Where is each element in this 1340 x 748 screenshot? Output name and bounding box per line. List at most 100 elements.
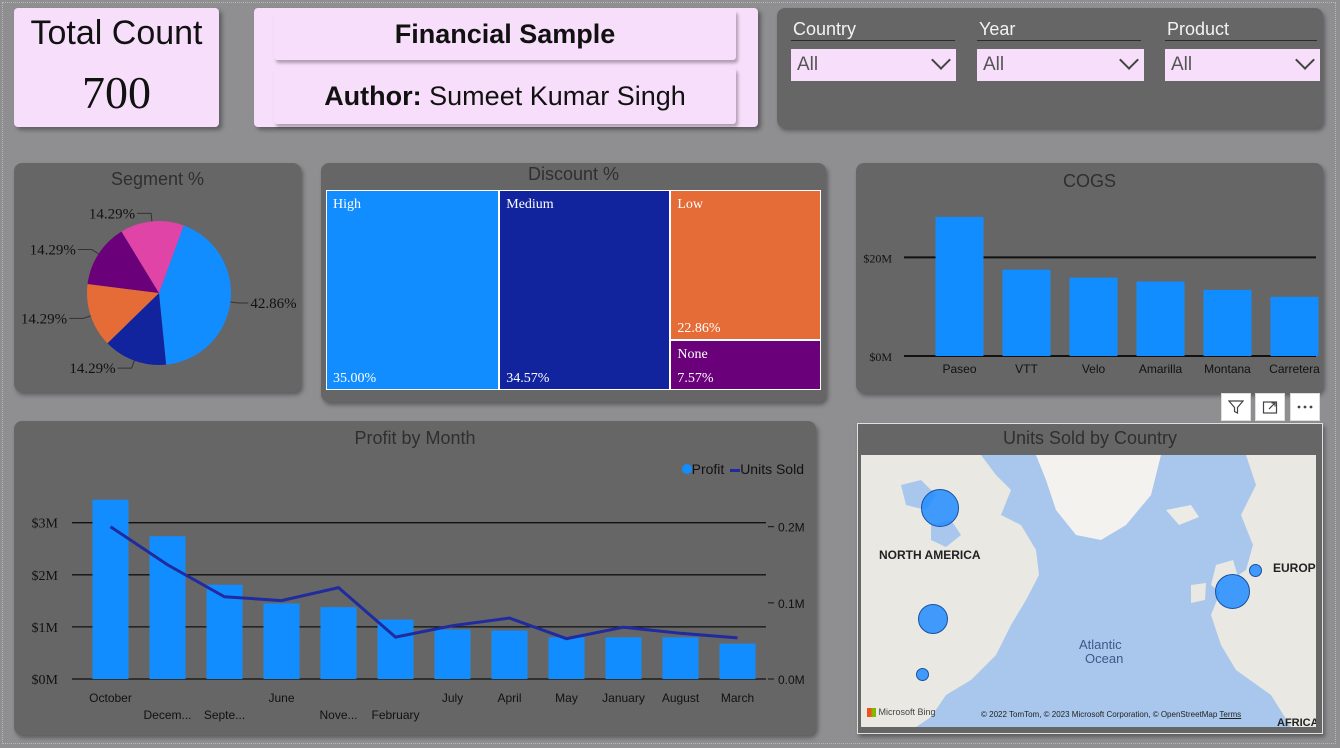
treemap-tile-name: High (333, 197, 361, 212)
bing-label: Microsoft Bing (878, 707, 936, 717)
more-options-icon[interactable] (1290, 393, 1320, 421)
map-bubble-france[interactable] (1215, 574, 1250, 609)
treemap-tile[interactable]: High 35.00% (326, 190, 500, 390)
country-slicer-divider (791, 40, 955, 41)
product-slicer-value: All (1171, 54, 1193, 75)
cogs-x-tick-label: Paseo (942, 362, 976, 376)
cogs-chart-card[interactable]: COGS $0M $20M Paseo VTT Velo Amarilla Montana C… (856, 163, 1323, 393)
profit-chart-card[interactable]: Profit by Month Profit Units Sold $0M $1M… (14, 421, 816, 735)
treemap-tile[interactable]: None 7.57% (670, 340, 821, 390)
terms-link[interactable]: Terms (1219, 710, 1241, 719)
cogs-bar[interactable] (1002, 269, 1051, 356)
profit-bar[interactable] (434, 629, 471, 680)
treemap-tile[interactable]: Low 22.86% (670, 190, 821, 341)
map-label-ocean-line2: Ocean (1085, 651, 1124, 666)
treemap-tile-name: None (677, 347, 708, 363)
pie-leader-line (69, 315, 91, 319)
map-bubble-mexico[interactable] (916, 668, 929, 681)
profit-bar[interactable] (263, 603, 300, 679)
cogs-x-tick-label: Amarilla (1139, 362, 1183, 376)
cogs-bar[interactable] (1203, 289, 1252, 356)
profit-bar[interactable] (377, 619, 414, 679)
profit-bar[interactable] (719, 643, 756, 679)
profit-bar[interactable] (548, 637, 585, 679)
map-label-africa: AFRICA (1277, 717, 1316, 727)
total-count-card[interactable]: Total Count 700 (14, 8, 219, 127)
cogs-x-tick-label: VTT (1015, 362, 1038, 376)
cogs-x-tick-label: Montana (1204, 362, 1251, 376)
cogs-bar[interactable] (1069, 277, 1118, 356)
profit-bar[interactable] (662, 637, 699, 679)
cogs-bar-chart[interactable]: $0M $20M Paseo VTT Velo Amarilla Montana Carret… (856, 163, 1323, 393)
filter-icon[interactable] (1221, 393, 1251, 421)
profit-bar[interactable] (92, 499, 129, 679)
microsoft-logo-icon (867, 708, 876, 718)
profit-x-tick-label: October (89, 691, 132, 705)
profit-bar[interactable] (320, 607, 357, 679)
pie-leader-line (77, 249, 99, 255)
map-attribution: Microsoft Bing (867, 707, 936, 718)
treemap-tile-value: 34.57% (506, 371, 550, 386)
segment-pie-chart[interactable]: 42.86% 14.29% 14.29% 14.29% 14.29% (14, 163, 301, 392)
profit-x-tick-label: Decem... (143, 708, 191, 722)
focus-mode-icon[interactable] (1255, 393, 1285, 421)
pie-leader-line (137, 212, 153, 222)
product-slicer-divider (1165, 40, 1317, 41)
map-bubble-united-states[interactable] (918, 604, 948, 634)
profit-x-tick-label: February (371, 708, 419, 722)
segment-chart-card[interactable]: Segment % 42.86% 14.29% 14.29% 14.29% 14.29% (14, 163, 301, 392)
treemap-tile[interactable]: Medium 34.57% (499, 190, 671, 390)
profit-x-tick-label: April (497, 691, 521, 705)
profit-x-tick-label: May (555, 691, 578, 705)
units-sold-map[interactable]: NORTH AMERICA EUROPE Atlantic Ocean AFRI… (861, 455, 1316, 727)
author-line: Author: Sumeet Kumar Singh (274, 68, 736, 124)
profit-x-tick-label: Septe... (204, 708, 245, 722)
year-slicer-label: Year (979, 19, 1016, 39)
treemap-tile-name: Medium (506, 197, 554, 212)
profit-right-tick-label: 0.1M (778, 597, 805, 611)
year-slicer-value: All (983, 54, 1005, 75)
cogs-bar[interactable] (1136, 281, 1185, 356)
map-copyright: © 2022 TomTom, © 2023 Microsoft Corporat… (981, 710, 1241, 719)
profit-left-tick-label: $2M (32, 569, 59, 584)
slicer-panel: Country All Year All Product All (777, 8, 1323, 128)
country-slicer-dropdown[interactable]: All (791, 49, 956, 81)
profit-right-tick-label: 0.2M (778, 521, 805, 535)
profit-bar[interactable] (491, 630, 528, 679)
map-bubble-germany[interactable] (1249, 564, 1262, 577)
discount-chart-title: Discount % (527, 164, 620, 184)
treemap-tile-value: 22.86% (677, 321, 721, 337)
cogs-bar[interactable] (1270, 296, 1319, 356)
copyright-text[interactable]: © 2022 TomTom, © 2023 Microsoft Corporat… (981, 710, 1217, 719)
author-name: Sumeet Kumar Singh (421, 81, 686, 111)
map-bubble-canada[interactable] (921, 489, 959, 527)
report-title: Financial Sample (274, 10, 736, 60)
pie-data-label: 14.29% (30, 243, 76, 259)
report-title-card: Financial Sample Author: Sumeet Kumar Si… (254, 8, 758, 127)
year-slicer-dropdown[interactable]: All (977, 49, 1144, 81)
author-label: Author: (324, 81, 422, 111)
cogs-x-tick-label: Velo (1082, 362, 1106, 376)
discount-chart-card[interactable]: Discount % High 35.00% Medium 34.57% Low 22.8… (321, 163, 826, 402)
discount-treemap[interactable]: High 35.00% Medium 34.57% Low 22.86% None 7.57% (326, 190, 821, 390)
profit-x-tick-label: July (442, 691, 463, 705)
cogs-x-tick-label: Carretera (1269, 362, 1320, 376)
profit-left-tick-label: $0M (32, 673, 59, 688)
chevron-down-icon (1119, 50, 1139, 70)
pie-data-label: 14.29% (69, 361, 115, 377)
profit-bar[interactable] (605, 637, 642, 679)
cogs-y-tick-label: $0M (869, 350, 892, 364)
profit-combo-chart[interactable]: $0M $1M $2M $3M 0.0M 0.1M 0.2M October Decem... S… (14, 421, 816, 735)
profit-x-tick-label: March (721, 691, 754, 705)
pie-data-label: 14.29% (89, 206, 135, 222)
total-count-label: Total Count (30, 14, 203, 52)
total-count-value: 700 (82, 67, 151, 118)
profit-right-tick-label: 0.0M (778, 673, 805, 687)
pie-data-label: 14.29% (21, 311, 67, 327)
profit-x-tick-label: January (602, 691, 645, 705)
cogs-bar[interactable] (935, 216, 984, 356)
product-slicer-dropdown[interactable]: All (1165, 49, 1320, 81)
profit-left-tick-label: $1M (32, 621, 59, 636)
units-sold-line (109, 525, 738, 641)
profit-x-tick-label: June (268, 691, 294, 705)
